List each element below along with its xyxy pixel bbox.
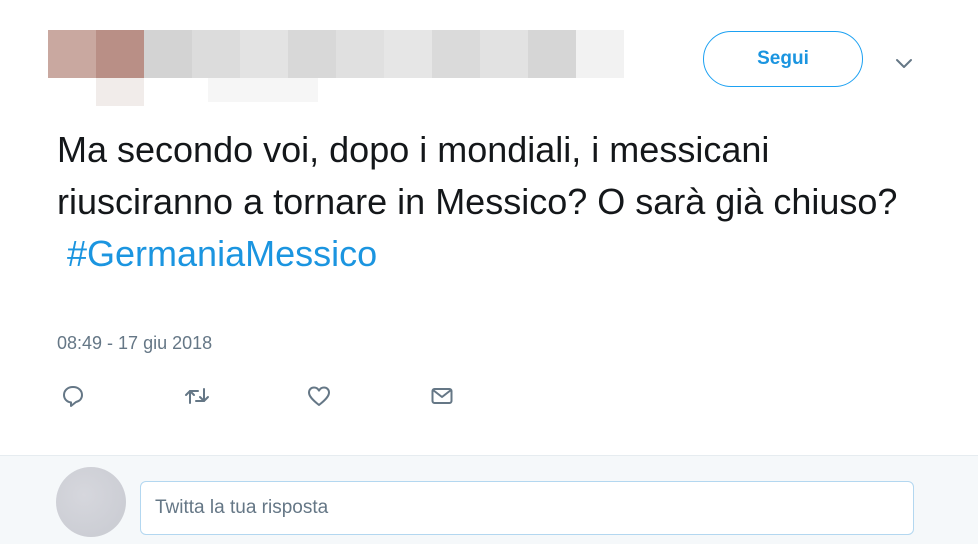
redacted-avatar [48, 30, 144, 78]
tweet-card: Segui Ma secondo voi, dopo i mondiali, i… [0, 0, 978, 455]
tweet-text: Ma secondo voi, dopo i mondiali, i messi… [57, 124, 937, 280]
reply-input[interactable]: Twitta la tua risposta [140, 481, 914, 535]
reply-composer: Twitta la tua risposta [0, 455, 978, 544]
redacted-user-name [144, 30, 624, 78]
avatar [56, 467, 126, 537]
reply-icon[interactable] [57, 380, 89, 412]
redacted-avatar-fragment [96, 78, 144, 106]
hashtag-link[interactable]: #GermaniaMessico [67, 228, 377, 280]
like-icon[interactable] [303, 380, 335, 412]
redacted-user-header [48, 30, 668, 110]
tweet-body: Ma secondo voi, dopo i mondiali, i messi… [57, 129, 898, 222]
follow-button[interactable]: Segui [703, 31, 863, 87]
direct-message-icon[interactable] [426, 380, 458, 412]
retweet-icon[interactable] [181, 380, 213, 412]
chevron-down-icon[interactable] [893, 52, 915, 74]
redacted-user-handle [208, 78, 318, 102]
tweet-timestamp[interactable]: 08:49 - 17 giu 2018 [57, 333, 212, 354]
